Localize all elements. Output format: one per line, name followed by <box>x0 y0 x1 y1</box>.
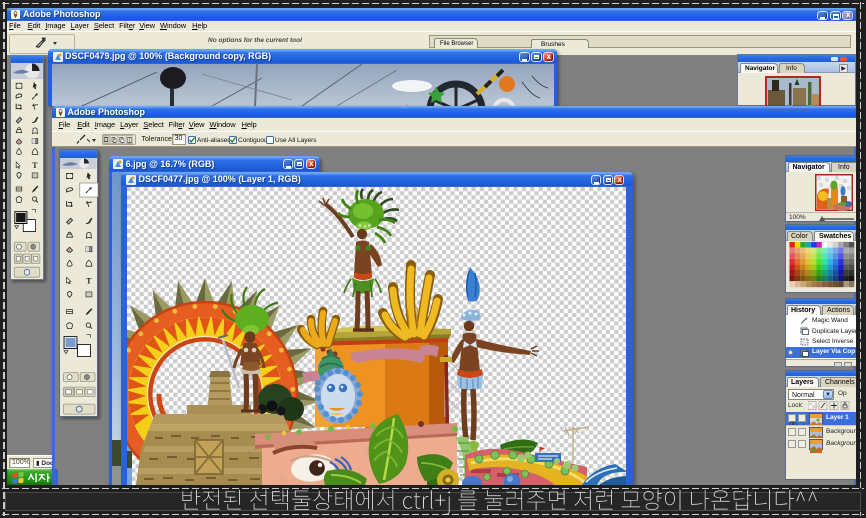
svg-text:T: T <box>86 276 92 285</box>
svg-text:T: T <box>32 161 38 170</box>
